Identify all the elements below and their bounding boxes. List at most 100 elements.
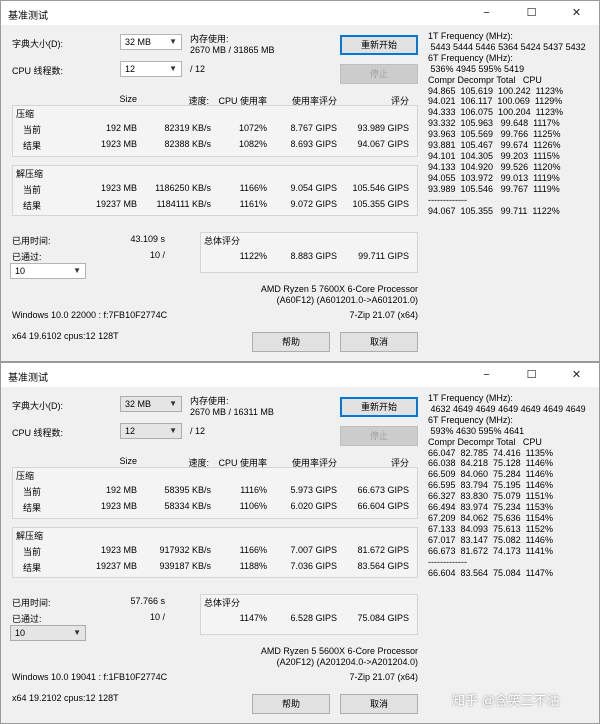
restart-button[interactable]: 重新开始 xyxy=(340,35,418,55)
total-rating-panel: 总体评分 1147% 6.528 GIPS 75.084 GIPS xyxy=(200,594,418,635)
row-label: 结果 xyxy=(23,141,42,151)
window-title: 基准测试 xyxy=(8,373,48,384)
row-speed: 1186250 KB/s xyxy=(155,183,211,193)
cpu-model: AMD Ryzen 5 7600X 6-Core Processor xyxy=(260,284,418,294)
decompress-panel: 解压缩 当前 1923 MB 1186250 KB/s 1166% 9.054 … xyxy=(12,165,418,216)
chevron-down-icon: ▼ xyxy=(169,37,177,46)
stop-button[interactable]: 停止 xyxy=(340,426,418,446)
row-speed: 1184111 KB/s xyxy=(156,199,211,209)
passes-value: 10 xyxy=(15,628,26,638)
version-info: 7-Zip 21.07 (x64) xyxy=(349,672,418,682)
decompress-panel: 解压缩 当前 1923 MB 917932 KB/s 1166% 7.007 G… xyxy=(12,527,418,578)
chevron-down-icon: ▼ xyxy=(169,399,177,408)
dict-size-label: 字典大小(D): xyxy=(12,39,63,49)
row-score: 105.355 GIPS xyxy=(352,199,409,209)
decompress-label: 解压缩 xyxy=(16,169,44,179)
memory-usage-label: 内存使用: xyxy=(190,396,229,406)
chevron-down-icon: ▼ xyxy=(73,266,81,275)
row-size: 19237 MB xyxy=(95,561,137,571)
row-speed: 82388 KB/s xyxy=(164,139,211,149)
total-rating-label: 总体评分 xyxy=(204,236,241,246)
row-label: 当前 xyxy=(23,487,42,497)
cancel-button[interactable]: 取消 xyxy=(340,694,418,714)
row-cpu: 1166% xyxy=(239,545,267,555)
dict-size-select[interactable]: 32 MB ▼ xyxy=(120,34,182,50)
watermark: 知乎 @含笑三不沽 xyxy=(452,693,560,708)
memory-usage-value: 2670 MB / 16311 MB xyxy=(190,407,274,417)
minimize-icon[interactable]: − xyxy=(464,1,509,25)
dict-size-value: 32 MB xyxy=(125,37,152,47)
row-size: 1923 MB xyxy=(100,139,137,149)
row-rating: 6.020 GIPS xyxy=(290,501,337,511)
cpu-threads-value: 12 xyxy=(125,426,136,436)
cpu-threads-total: / 12 xyxy=(190,64,206,74)
row-size: 192 MB xyxy=(105,123,137,133)
chevron-down-icon: ▼ xyxy=(169,64,177,73)
row-rating: 9.054 GIPS xyxy=(290,183,337,193)
decompress-label: 解压缩 xyxy=(16,531,44,541)
memory-usage-label: 内存使用: xyxy=(190,34,229,44)
passed-label: 已通过: xyxy=(12,252,42,262)
row-size: 1923 MB xyxy=(100,501,137,511)
elapsed-time-value: 57.766 s xyxy=(130,596,165,606)
total-usage-rating: 8.883 GIPS xyxy=(290,251,337,261)
title-bar[interactable]: 基准测试 − ☐ ✕ xyxy=(1,1,599,25)
cpu-threads-select[interactable]: 12 ▼ xyxy=(120,61,182,77)
cpu-id: (A60F12) (A601201.0->A601201.0) xyxy=(276,295,418,305)
help-button[interactable]: 帮助 xyxy=(252,694,330,714)
total-score: 75.084 GIPS xyxy=(357,613,409,623)
passed-label: 已通过: xyxy=(12,614,42,624)
row-label: 当前 xyxy=(23,185,42,195)
maximize-icon[interactable]: ☐ xyxy=(509,363,554,387)
arch-info: x64 19.2102 cpus:12 128T xyxy=(12,693,119,703)
minimize-icon[interactable]: − xyxy=(464,363,509,387)
total-score: 99.711 GIPS xyxy=(358,251,409,261)
row-cpu: 1161% xyxy=(239,199,267,209)
row-speed: 917932 KB/s xyxy=(159,545,211,555)
total-cpu: 1147% xyxy=(239,613,267,623)
row-label: 当前 xyxy=(23,547,42,557)
row-label: 结果 xyxy=(23,201,42,211)
elapsed-time-label: 已用时间: xyxy=(12,236,51,246)
version-info: 7-Zip 21.07 (x64) xyxy=(349,310,418,320)
row-cpu: 1116% xyxy=(240,485,267,495)
stop-button[interactable]: 停止 xyxy=(340,64,418,84)
os-info: Windows 10.0 19041 : f:1FB10F2774C xyxy=(12,672,168,682)
cpu-threads-label: CPU 线程数: xyxy=(12,428,64,438)
passes-value: 10 xyxy=(15,266,26,276)
elapsed-time-label: 已用时间: xyxy=(12,598,51,608)
memory-usage-value: 2670 MB / 31865 MB xyxy=(190,45,275,55)
dict-size-select[interactable]: 32 MB ▼ xyxy=(120,396,182,412)
cpu-threads-select[interactable]: 12 ▼ xyxy=(120,423,182,439)
benchmark-window-1: 基准测试 − ☐ ✕ 字典大小(D): 32 MB ▼ 内存使用: 2670 M… xyxy=(0,0,600,362)
row-score: 81.672 GIPS xyxy=(357,545,409,555)
close-icon[interactable]: ✕ xyxy=(554,363,599,387)
row-score: 93.989 GIPS xyxy=(357,123,409,133)
row-speed: 58334 KB/s xyxy=(164,501,211,511)
passes-select[interactable]: 10 ▼ xyxy=(10,625,86,641)
close-icon[interactable]: ✕ xyxy=(554,1,599,25)
row-score: 105.546 GIPS xyxy=(352,183,409,193)
row-cpu: 1188% xyxy=(239,561,267,571)
row-speed: 82319 KB/s xyxy=(164,123,211,133)
cpu-model: AMD Ryzen 5 5600X 6-Core Processor xyxy=(260,646,418,656)
chevron-down-icon: ▼ xyxy=(73,628,81,637)
row-size: 1923 MB xyxy=(100,183,137,193)
compress-panel: 压缩 当前 192 MB 82319 KB/s 1072% 8.767 GIPS… xyxy=(12,105,418,157)
row-rating: 8.693 GIPS xyxy=(290,139,337,149)
cpu-threads-total: / 12 xyxy=(190,426,206,436)
maximize-icon[interactable]: ☐ xyxy=(509,1,554,25)
row-label: 结果 xyxy=(23,563,42,573)
row-cpu: 1166% xyxy=(239,183,267,193)
benchmark-window-2: 基准测试 − ☐ ✕ 字典大小(D): 32 MB ▼ 内存使用: 2670 M… xyxy=(0,362,600,724)
help-button[interactable]: 帮助 xyxy=(252,332,330,352)
frequency-log: 1T Frequency (MHz): 4632 4649 4649 4649 … xyxy=(428,393,586,578)
header-size: Size xyxy=(119,94,137,104)
title-bar[interactable]: 基准测试 − ☐ ✕ xyxy=(1,363,599,387)
row-rating: 9.072 GIPS xyxy=(290,199,337,209)
row-size: 192 MB xyxy=(105,485,137,495)
passed-value: 10 / xyxy=(149,612,165,622)
passes-select[interactable]: 10 ▼ xyxy=(10,263,86,279)
cancel-button[interactable]: 取消 xyxy=(340,332,418,352)
restart-button[interactable]: 重新开始 xyxy=(340,397,418,417)
